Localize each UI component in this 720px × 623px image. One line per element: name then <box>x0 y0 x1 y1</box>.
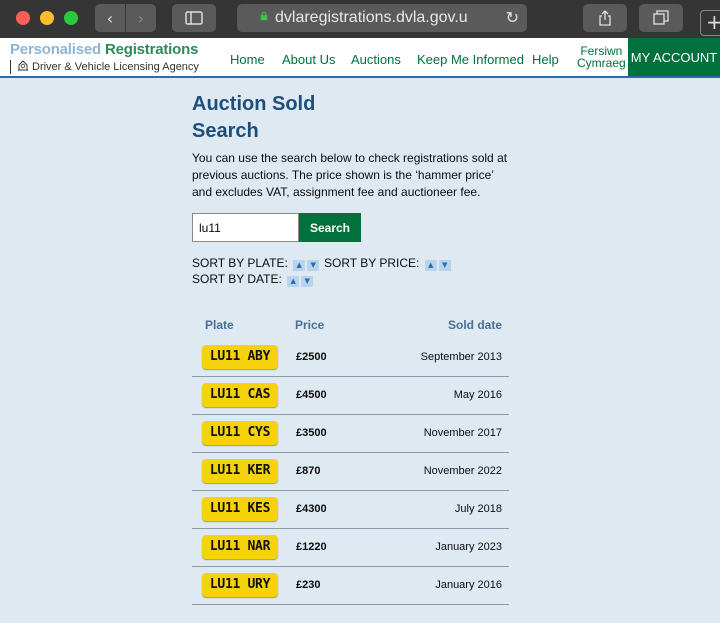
minimize-window-button[interactable] <box>40 11 54 25</box>
forward-icon[interactable]: › <box>126 4 156 32</box>
agency-name: Driver & Vehicle Licensing Agency <box>10 60 199 74</box>
number-plate[interactable]: LU11 CYS <box>202 421 278 445</box>
royal-crest-icon <box>18 60 28 71</box>
table-header: Plate Price Sold date <box>192 313 509 339</box>
back-icon[interactable]: ‹ <box>95 4 125 32</box>
page-title: Auction Sold Search <box>192 93 316 142</box>
sold-date: May 2016 <box>453 389 502 401</box>
price: £4500 <box>296 389 327 401</box>
new-tab-icon[interactable]: + <box>700 10 720 36</box>
header-sold-date: Sold date <box>447 318 502 332</box>
search-input[interactable] <box>192 213 299 242</box>
reload-icon[interactable]: ↻ <box>506 8 519 27</box>
table-row: LU11 CAS £4500 May 2016 <box>192 377 509 415</box>
site-header: Personalised Registrations Driver & Vehi… <box>0 38 720 78</box>
sort-price-asc-icon[interactable]: ▲ <box>424 260 437 271</box>
browser-toolbar: ‹ › dvlaregistrations.dvla.gov.u ↻ + <box>0 0 720 38</box>
zoom-window-button[interactable] <box>64 11 78 25</box>
share-icon[interactable] <box>583 4 627 32</box>
my-account-button[interactable]: MY ACCOUNT <box>628 38 720 76</box>
number-plate[interactable]: LU11 NAR <box>202 535 278 559</box>
sold-date: November 2022 <box>423 465 502 477</box>
sold-date: November 2017 <box>423 427 502 439</box>
table-row: LU11 NAR £1220 January 2023 <box>192 529 509 567</box>
price: £4300 <box>296 503 327 515</box>
url-text: dvlaregistrations.dvla.gov.u <box>275 9 468 26</box>
table-row: LU11 KER £870 November 2022 <box>192 453 509 491</box>
price: £2500 <box>296 351 327 363</box>
sort-by-date: SORT BY DATE: ▲ ▼ <box>192 272 314 287</box>
search-button[interactable]: Search <box>299 213 361 242</box>
lock-icon <box>260 11 268 21</box>
nav-help[interactable]: Help <box>532 52 559 67</box>
price: £230 <box>296 579 321 591</box>
intro-text: You can use the search below to check re… <box>192 151 508 199</box>
sold-date: September 2013 <box>420 351 502 363</box>
nav-auctions[interactable]: Auctions <box>351 52 401 67</box>
number-plate[interactable]: LU11 KES <box>202 497 278 521</box>
sort-date-asc-icon[interactable]: ▲ <box>287 276 300 287</box>
table-row: LU11 CYS £3500 November 2017 <box>192 415 509 453</box>
sort-plate-desc-icon[interactable]: ▼ <box>307 260 320 271</box>
tabs-icon[interactable] <box>639 4 683 32</box>
sold-date: January 2016 <box>435 579 502 591</box>
sold-date: July 2018 <box>454 503 502 515</box>
nav-home[interactable]: Home <box>230 52 265 67</box>
sort-price-desc-icon[interactable]: ▼ <box>438 260 451 271</box>
header-price: Price <box>295 318 325 332</box>
sort-by-plate: SORT BY PLATE: ▲ ▼ <box>192 256 320 271</box>
table-row: LU11 ABY £2500 September 2013 <box>192 339 509 377</box>
nav-about-us[interactable]: About Us <box>282 52 335 67</box>
price: £1220 <box>296 541 327 553</box>
sold-date: January 2023 <box>435 541 502 553</box>
header-plate: Plate <box>205 318 234 332</box>
nav-welsh-version[interactable]: Fersiwn Cymraeg <box>577 45 626 69</box>
table-row: LU11 KES £4300 July 2018 <box>192 491 509 529</box>
sidebar-icon[interactable] <box>172 4 216 32</box>
brand-logo[interactable]: Personalised Registrations <box>10 41 198 58</box>
sort-date-desc-icon[interactable]: ▼ <box>301 276 314 287</box>
price: £870 <box>296 465 321 477</box>
sort-plate-asc-icon[interactable]: ▲ <box>293 260 306 271</box>
number-plate[interactable]: LU11 CAS <box>202 383 278 407</box>
close-window-button[interactable] <box>16 11 30 25</box>
price: £3500 <box>296 427 327 439</box>
table-row: LU11 URY £230 January 2016 <box>192 567 509 605</box>
results-table: Plate Price Sold date LU11 ABY £2500 Sep… <box>192 313 509 605</box>
sort-by-price: SORT BY PRICE: ▲ ▼ <box>324 256 451 271</box>
number-plate[interactable]: LU11 KER <box>202 459 278 483</box>
address-bar[interactable]: dvlaregistrations.dvla.gov.u ↻ <box>237 4 527 32</box>
nav-keep-me-informed[interactable]: Keep Me Informed <box>417 52 524 67</box>
number-plate[interactable]: LU11 URY <box>202 573 278 597</box>
number-plate[interactable]: LU11 ABY <box>202 345 278 369</box>
